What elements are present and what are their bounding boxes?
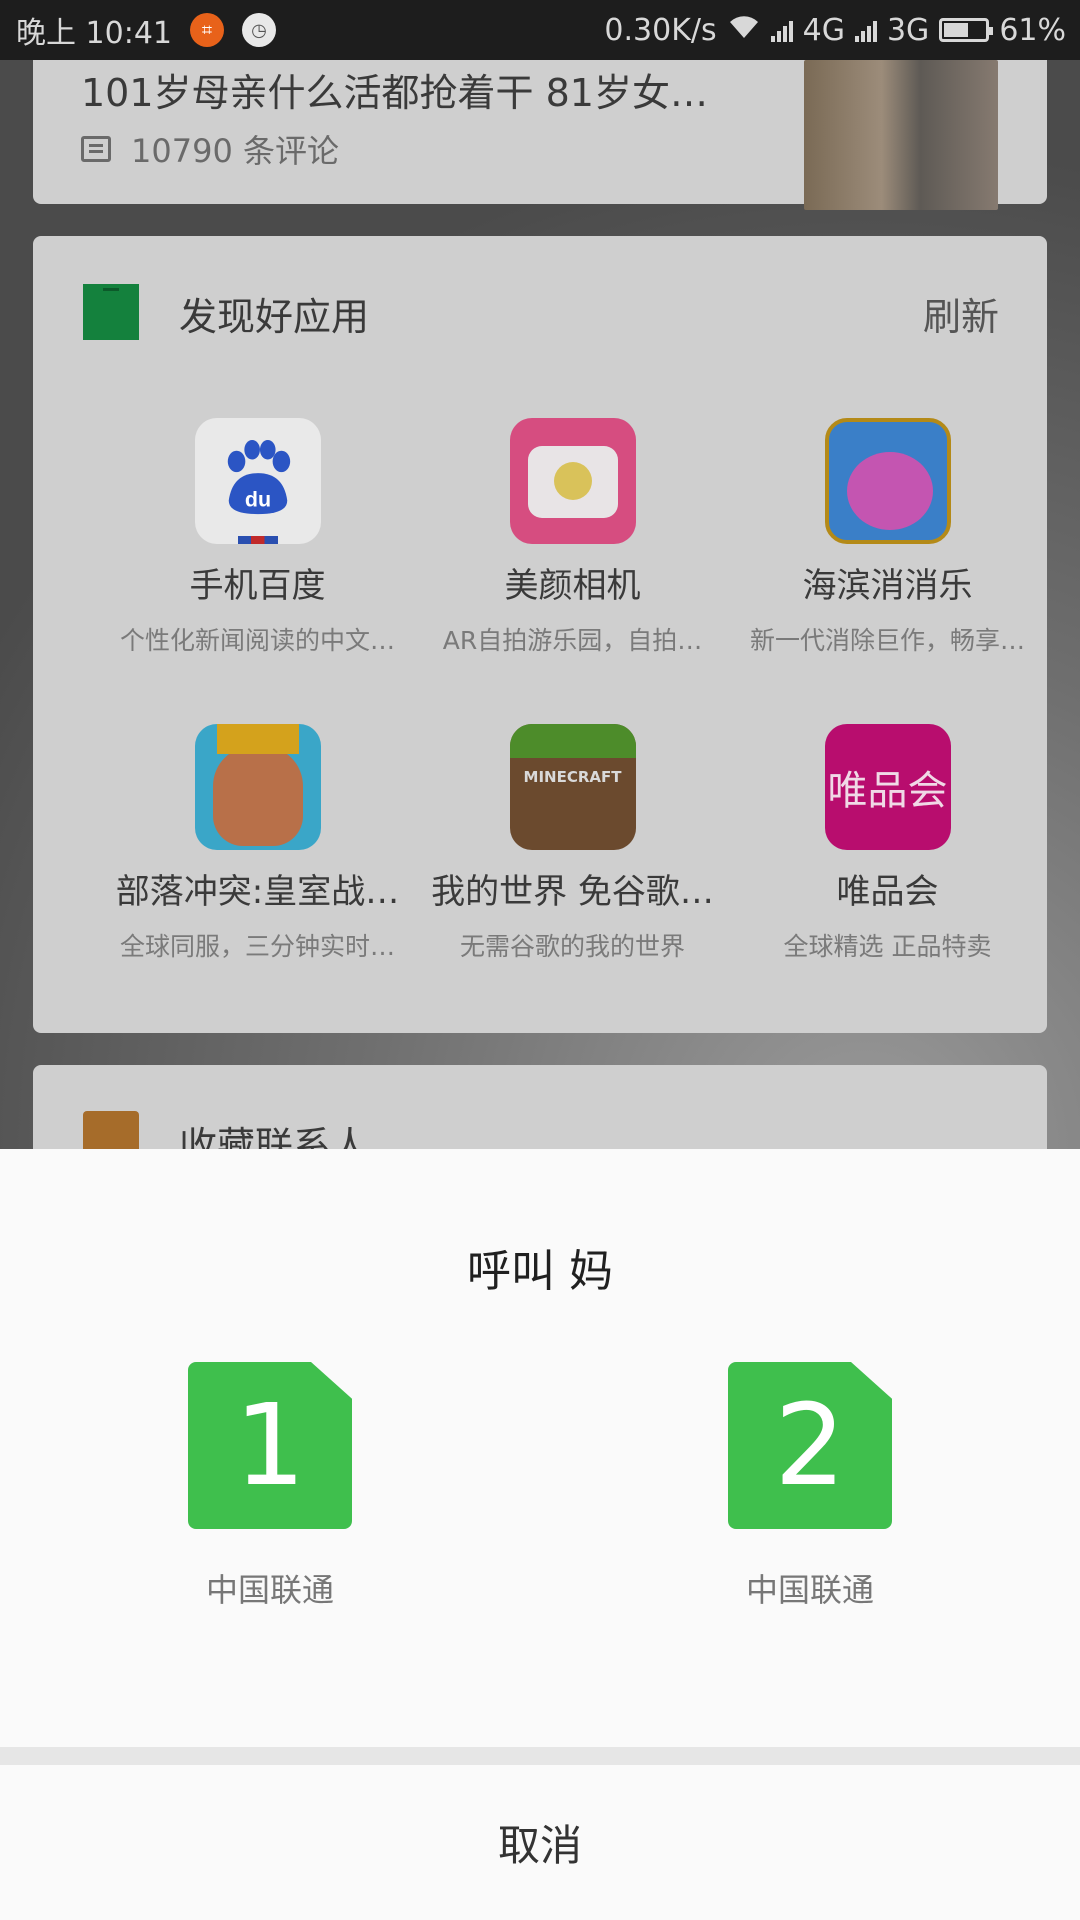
app-item-haibin[interactable]: 海滨消消乐 新一代消除巨作，畅享…	[730, 418, 1045, 657]
cancel-button[interactable]: 取消	[0, 1765, 1080, 1920]
minecraft-logo: MINECRAFT	[523, 768, 622, 786]
app-name: 部落冲突:皇室战…	[115, 872, 400, 912]
app-desc: 无需谷歌的我的世界	[459, 932, 685, 961]
app-item-minecraft[interactable]: MINECRAFT 我的世界 免谷歌… 无需谷歌的我的世界	[415, 724, 730, 963]
news-thumbnail	[804, 60, 998, 210]
news-comment-count: 10790 条评论	[131, 132, 339, 170]
apps-card: 发现好应用 刷新 du 手机百度 个性化新闻阅读的中文… 美颜相机 AR自拍游乐…	[33, 236, 1047, 1033]
haibin-xiaoxiaole-icon	[824, 418, 951, 544]
app-desc: AR自拍游乐园，自拍…	[442, 626, 703, 655]
call-sheet-title: 呼叫 妈	[467, 1246, 613, 1297]
app-desc: 全球同服，三分钟实时…	[119, 932, 395, 961]
app-item-vipshop[interactable]: 唯品会 唯品会 全球精选 正品特卖	[730, 724, 1045, 963]
battery-percent: 61%	[999, 12, 1066, 48]
app-store-icon	[83, 284, 139, 340]
call-sim-selector-sheet: 呼叫 妈 1 中国联通 2 中国联通 取消	[0, 1149, 1080, 1920]
minecraft-icon: MINECRAFT	[509, 724, 636, 850]
app-item-baidu[interactable]: du 手机百度 个性化新闻阅读的中文…	[100, 418, 415, 657]
app-desc: 新一代消除巨作，畅享…	[749, 626, 1025, 655]
clash-royale-icon	[194, 724, 321, 850]
app-name: 手机百度	[189, 566, 326, 606]
network-type-1: 4G	[802, 12, 845, 48]
sim-number: 1	[234, 1381, 306, 1511]
app-name: 美颜相机	[504, 566, 641, 606]
crop-app-icon: ⌗	[190, 13, 224, 47]
app-desc: 全球精选 正品特卖	[783, 932, 992, 961]
network-speed: 0.30K/s	[604, 12, 717, 48]
wifi-icon	[727, 13, 761, 48]
app-name: 唯品会	[836, 872, 939, 912]
sim-card-icon: 2	[728, 1362, 892, 1529]
status-time: 晚上 10:41	[16, 16, 172, 51]
apps-section-title: 发现好应用	[179, 295, 370, 339]
clock-app-icon: ◷	[242, 13, 276, 47]
sim-number: 2	[774, 1381, 846, 1511]
sim-carrier: 中国联通	[205, 1571, 334, 1609]
sim-carrier: 中国联通	[745, 1571, 874, 1609]
news-card[interactable]: 101岁母亲什么活都抢着干 81岁女… 10790 条评论	[33, 38, 1047, 210]
signal-icon-2	[854, 18, 877, 42]
sim-card-icon: 1	[188, 1362, 352, 1529]
sim-2-button[interactable]: 2 中国联通	[710, 1362, 910, 1611]
refresh-button[interactable]: 刷新	[923, 286, 999, 341]
sim-1-button[interactable]: 1 中国联通	[170, 1362, 370, 1611]
news-title: 101岁母亲什么活都抢着干 81岁女…	[81, 71, 708, 115]
app-item-clash-royale[interactable]: 部落冲突:皇室战… 全球同服，三分钟实时…	[100, 724, 415, 963]
signal-icon-1	[770, 18, 793, 42]
app-name: 我的世界 免谷歌…	[431, 872, 714, 912]
app-desc: 个性化新闻阅读的中文…	[119, 626, 395, 655]
sheet-divider	[0, 1747, 1080, 1765]
vipshop-icon: 唯品会	[824, 724, 951, 850]
comment-icon	[81, 136, 111, 162]
baidu-icon: du	[194, 418, 321, 544]
network-type-2: 3G	[886, 12, 930, 48]
news-meta: 10790 条评论	[81, 126, 339, 172]
battery-icon	[939, 18, 994, 42]
vipshop-logo: 唯品会	[827, 768, 948, 814]
svg-text:du: du	[244, 487, 270, 511]
status-bar: 晚上 10:41 ⌗ ◷ 0.30K/s 4G 3G 61%	[0, 0, 1080, 60]
app-name: 海滨消消乐	[802, 566, 973, 606]
meiyan-camera-icon	[509, 418, 636, 544]
app-item-meiyan[interactable]: 美颜相机 AR自拍游乐园，自拍…	[415, 418, 730, 657]
